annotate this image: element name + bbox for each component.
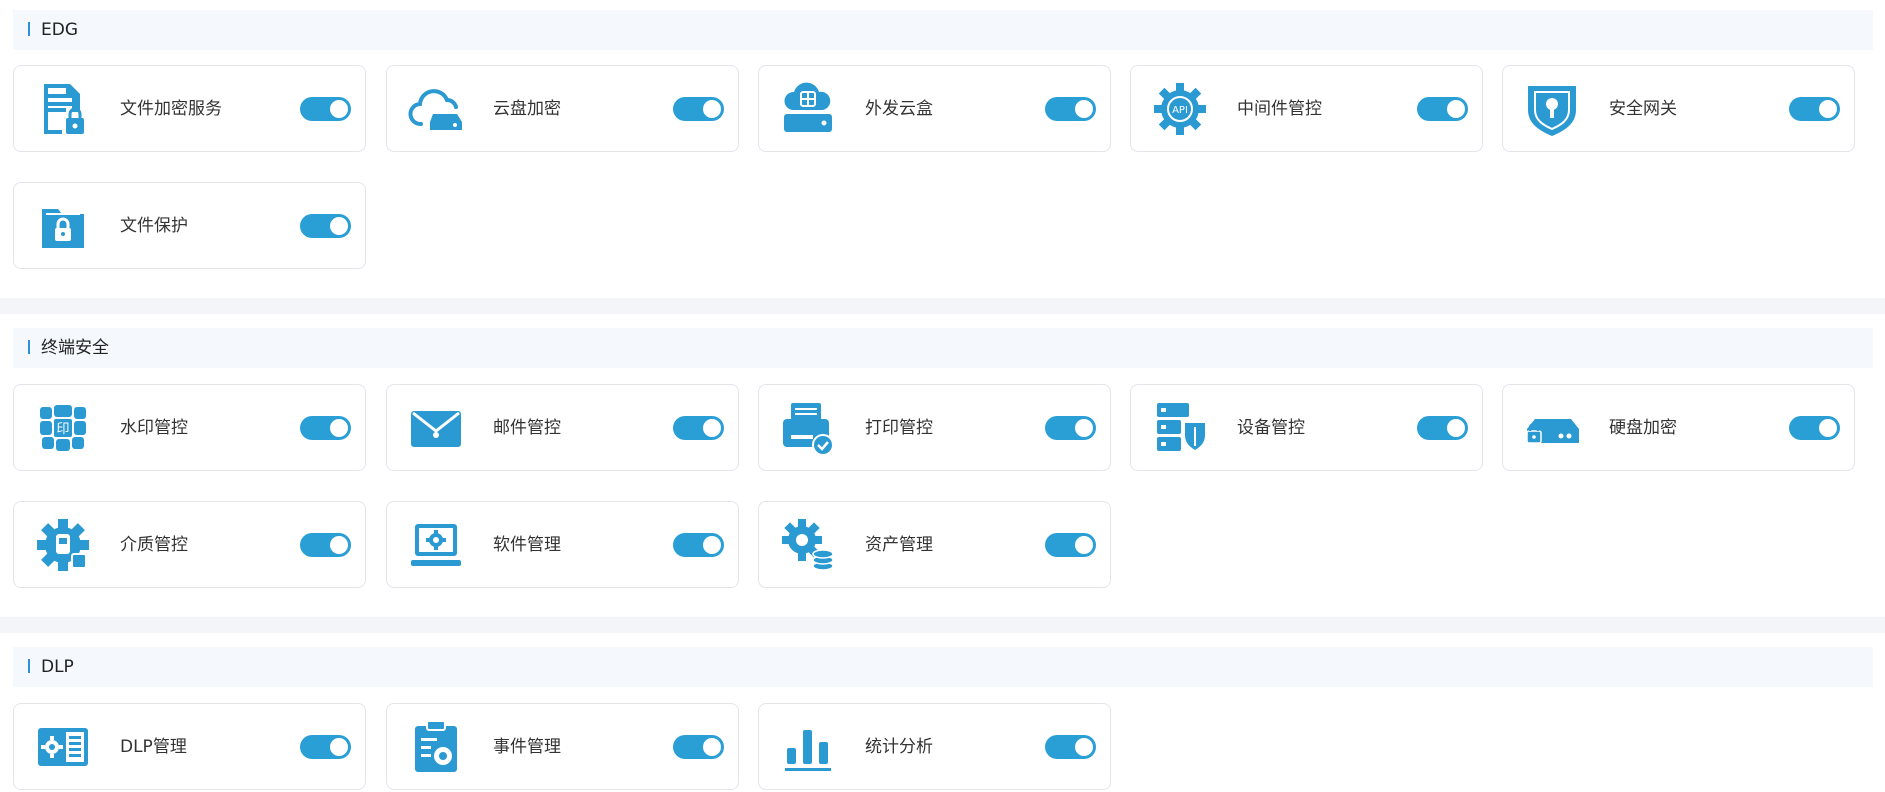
folder-lock-icon	[34, 197, 92, 255]
toggle-knob	[330, 100, 348, 118]
item-label: 中间件管控	[1237, 99, 1322, 119]
card-disk-encryption: 硬盘加密	[1502, 384, 1855, 471]
card-media-control: 介质管控	[13, 501, 366, 588]
item-label: 资产管理	[865, 535, 933, 555]
item-label: 外发云盒	[865, 99, 933, 119]
toggle-switch[interactable]	[1417, 416, 1468, 440]
section-divider	[0, 617, 1885, 633]
clipboard-gear-icon	[407, 718, 465, 776]
toggle-knob	[1819, 100, 1837, 118]
svg-text:印: 印	[56, 422, 69, 437]
section-title: 终端安全	[41, 338, 109, 358]
item-label: 硬盘加密	[1609, 418, 1677, 438]
toggle-knob	[703, 738, 721, 756]
toggle-switch[interactable]	[673, 735, 724, 759]
toggle-knob	[1075, 419, 1093, 437]
svg-text:API: API	[1172, 105, 1188, 116]
bar-chart-icon	[779, 718, 837, 776]
section-marker	[28, 659, 30, 673]
toggle-switch[interactable]	[300, 735, 351, 759]
toggle-knob	[1447, 419, 1465, 437]
toggle-knob	[1447, 100, 1465, 118]
item-label: 设备管控	[1237, 418, 1305, 438]
toggle-knob	[1819, 419, 1837, 437]
card-watermark-control: 印 水印管控	[13, 384, 366, 471]
toggle-switch[interactable]	[673, 97, 724, 121]
card-outgoing-cloud-box: 外发云盒	[758, 65, 1111, 152]
cloud-box-icon	[779, 80, 837, 138]
toggle-knob	[703, 100, 721, 118]
shield-lock-icon	[1523, 80, 1581, 138]
item-label: 水印管控	[120, 418, 188, 438]
item-label: 介质管控	[120, 535, 188, 555]
toggle-switch[interactable]	[673, 416, 724, 440]
toggle-knob	[1075, 100, 1093, 118]
card-print-control: 打印管控	[758, 384, 1111, 471]
mail-icon	[407, 399, 465, 457]
toggle-switch[interactable]	[1045, 533, 1096, 557]
item-label: 安全网关	[1609, 99, 1677, 119]
settings-list-icon	[34, 718, 92, 776]
card-statistical-analysis: 统计分析	[758, 703, 1111, 790]
toggle-knob	[703, 419, 721, 437]
toggle-switch[interactable]	[300, 533, 351, 557]
gear-database-icon	[779, 516, 837, 574]
media-gear-icon	[34, 516, 92, 574]
card-security-gateway: 安全网关	[1502, 65, 1855, 152]
item-label: 邮件管控	[493, 418, 561, 438]
card-cloud-drive-encryption: 云盘加密	[386, 65, 739, 152]
toggle-knob	[330, 738, 348, 756]
card-event-management: 事件管理	[386, 703, 739, 790]
item-label: 统计分析	[865, 737, 933, 757]
toggle-knob	[330, 536, 348, 554]
cloud-drive-icon	[407, 80, 465, 138]
toggle-knob	[703, 536, 721, 554]
section-header: EDG	[13, 10, 1873, 50]
card-device-control: 设备管控	[1130, 384, 1483, 471]
api-gear-icon: API	[1151, 80, 1209, 138]
toggle-switch[interactable]	[1789, 97, 1840, 121]
section-title: DLP	[41, 657, 74, 677]
section-header: DLP	[13, 647, 1873, 687]
toggle-switch[interactable]	[1417, 97, 1468, 121]
toggle-knob	[330, 419, 348, 437]
card-software-management: 软件管理	[386, 501, 739, 588]
item-label: 云盘加密	[493, 99, 561, 119]
card-middleware-control: API 中间件管控	[1130, 65, 1483, 152]
toggle-switch[interactable]	[1789, 416, 1840, 440]
toggle-knob	[1075, 738, 1093, 756]
toggle-switch[interactable]	[300, 416, 351, 440]
toggle-knob	[330, 217, 348, 235]
disk-lock-icon	[1523, 399, 1581, 457]
item-label: 打印管控	[865, 418, 933, 438]
section-title: EDG	[41, 20, 79, 40]
watermark-icon: 印	[34, 399, 92, 457]
laptop-gear-icon	[407, 516, 465, 574]
card-mail-control: 邮件管控	[386, 384, 739, 471]
toggle-switch[interactable]	[300, 214, 351, 238]
section-divider	[0, 298, 1885, 314]
toggle-knob	[1075, 536, 1093, 554]
item-label: 软件管理	[493, 535, 561, 555]
item-label: DLP管理	[120, 737, 187, 757]
file-lock-icon	[34, 80, 92, 138]
toggle-switch[interactable]	[1045, 416, 1096, 440]
printer-check-icon	[779, 399, 837, 457]
toggle-switch[interactable]	[673, 533, 724, 557]
toggle-switch[interactable]	[300, 97, 351, 121]
card-asset-management: 资产管理	[758, 501, 1111, 588]
card-file-encryption-service: 文件加密服务	[13, 65, 366, 152]
toggle-switch[interactable]	[1045, 735, 1096, 759]
server-shield-icon	[1151, 399, 1209, 457]
item-label: 文件保护	[120, 216, 188, 236]
card-dlp-management: DLP管理	[13, 703, 366, 790]
item-label: 文件加密服务	[120, 99, 222, 119]
item-label: 事件管理	[493, 737, 561, 757]
card-file-protection: 文件保护	[13, 182, 366, 269]
section-header: 终端安全	[13, 328, 1873, 368]
section-marker	[28, 22, 30, 36]
section-marker	[28, 340, 30, 354]
toggle-switch[interactable]	[1045, 97, 1096, 121]
